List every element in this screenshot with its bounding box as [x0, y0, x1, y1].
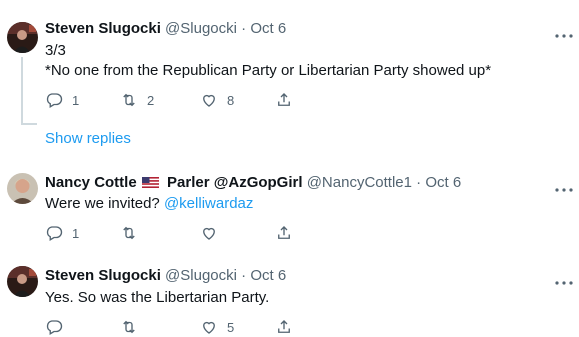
tweet-line: Were we invited? [45, 195, 160, 212]
share-icon [278, 226, 290, 239]
tweet[interactable]: Nancy Cottle Parler @AzGopGirl @NancyCot… [0, 160, 579, 252]
author-handle[interactable]: @Slugocki [165, 267, 237, 284]
retweet-icon [123, 226, 135, 240]
heart-icon [203, 227, 215, 240]
tweet-text: 3/3 *No one from the Republican Party or… [45, 41, 491, 81]
tweet[interactable]: Steven Slugocki @Slugocki · Oct 6 3/3 *N… [0, 0, 579, 160]
separator: · [241, 267, 247, 284]
action-bar: 1 2 8 [45, 90, 295, 110]
reply-button[interactable] [45, 317, 72, 337]
separator: · [416, 174, 422, 191]
like-button[interactable]: 8 [200, 90, 234, 110]
tweet-text: Yes. So was the Libertarian Party. [45, 288, 269, 308]
author-name-suffix[interactable]: Parler @AzGopGirl [167, 174, 303, 191]
retweet-count: 2 [147, 92, 155, 108]
like-button[interactable]: 5 [200, 317, 234, 337]
heart-icon [203, 321, 215, 334]
retweet-button[interactable]: 2 [120, 90, 154, 110]
reply-count: 1 [72, 92, 80, 108]
reply-icon [46, 226, 63, 241]
like-button[interactable] [200, 223, 227, 243]
tweet-line: Yes. So was the Libertarian Party. [45, 289, 270, 306]
show-replies-link[interactable]: Show replies [45, 130, 131, 148]
share-icon [278, 93, 290, 106]
tweet-line: *No one from the Republican Party or Lib… [45, 62, 492, 79]
action-bar: 1 [45, 223, 295, 243]
reply-button[interactable]: 1 [45, 223, 79, 243]
thread-line [21, 57, 23, 125]
thread-line-elbow [21, 123, 37, 125]
avatar[interactable] [7, 266, 38, 297]
tweet-header: Steven Slugocki @Slugocki · Oct 6 [45, 267, 286, 285]
share-button[interactable] [275, 90, 293, 110]
author-handle[interactable]: @NancyCottle1 [307, 174, 412, 191]
tweet-date[interactable]: Oct 6 [250, 267, 286, 284]
tweet-date[interactable]: Oct 6 [425, 174, 461, 191]
like-count: 8 [227, 92, 235, 108]
avatar[interactable] [7, 173, 38, 204]
action-bar: 5 [45, 317, 295, 337]
avatar[interactable] [7, 22, 38, 53]
tweet-header: Nancy Cottle Parler @AzGopGirl @NancyCot… [45, 174, 461, 192]
retweet-button[interactable] [120, 223, 147, 243]
more-icon[interactable] [554, 273, 574, 285]
share-icon [278, 320, 290, 333]
us-flag-icon [141, 177, 159, 188]
tweet[interactable]: Steven Slugocki @Slugocki · Oct 6 Yes. S… [0, 252, 579, 335]
author-name[interactable]: Steven Slugocki [45, 20, 161, 37]
reply-icon [46, 320, 63, 335]
retweet-button[interactable] [120, 317, 147, 337]
share-button[interactable] [275, 317, 293, 337]
mention-link[interactable]: @kelliwardaz [164, 195, 253, 212]
tweet-line: 3/3 [45, 42, 66, 59]
tweet-header: Steven Slugocki @Slugocki · Oct 6 [45, 20, 286, 38]
reply-button[interactable]: 1 [45, 90, 79, 110]
share-button[interactable] [275, 223, 293, 243]
like-count: 5 [227, 319, 235, 335]
separator: · [241, 20, 247, 37]
tweet-text: Were we invited? @kelliwardaz [45, 194, 253, 214]
more-icon[interactable] [554, 180, 574, 192]
reply-icon [46, 93, 63, 108]
reply-count: 1 [72, 225, 80, 241]
more-icon[interactable] [554, 26, 574, 38]
author-name[interactable]: Steven Slugocki [45, 267, 161, 284]
retweet-icon [123, 320, 135, 334]
author-name[interactable]: Nancy Cottle [45, 174, 137, 191]
author-handle[interactable]: @Slugocki [165, 20, 237, 37]
heart-icon [203, 94, 215, 107]
tweet-date[interactable]: Oct 6 [250, 20, 286, 37]
retweet-icon [123, 93, 135, 107]
